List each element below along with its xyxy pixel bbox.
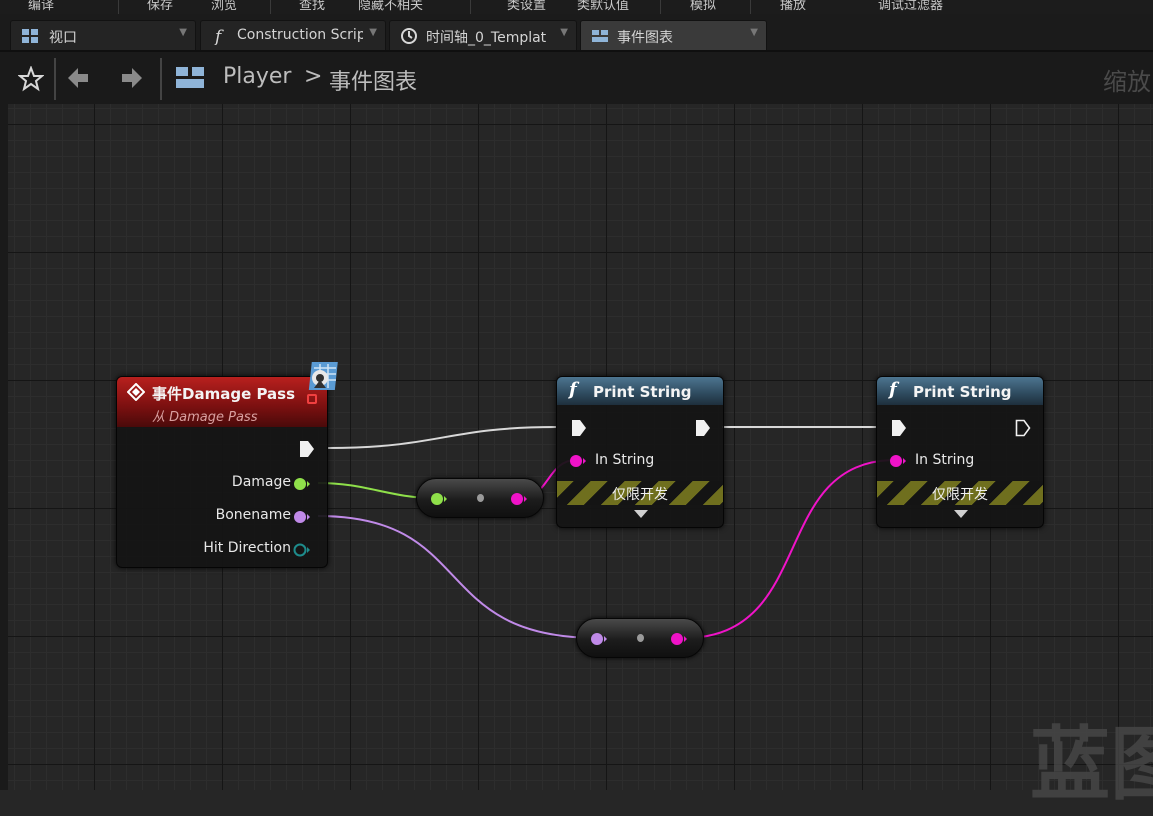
expand-arrow-icon[interactable] xyxy=(954,510,968,518)
in-string-pin[interactable] xyxy=(889,453,907,469)
back-arrow-icon[interactable] xyxy=(66,65,92,91)
expand-arrow-icon[interactable] xyxy=(634,510,648,518)
clock-icon xyxy=(401,28,417,44)
pin-label-hit-direction: Hit Direction xyxy=(203,540,291,556)
development-only-label: 仅限开发 xyxy=(932,487,988,503)
tab-event-graph[interactable]: 事件图表 ▼ xyxy=(580,20,767,50)
menu-simulate[interactable]: 模拟 xyxy=(690,0,716,13)
menu-save[interactable]: 保存 xyxy=(147,0,173,13)
menubar: 编译 保存 浏览 查找 隐藏不相关 类设置 类默认值 模拟 播放 调试过滤器 xyxy=(0,0,1153,14)
pin-label-damage: Damage xyxy=(231,474,291,490)
exec-out-pin[interactable] xyxy=(299,440,315,458)
menu-divider xyxy=(470,0,471,14)
string-output-pin[interactable] xyxy=(670,631,688,647)
zoom-label: 缩放 xyxy=(1103,68,1151,96)
replication-icon xyxy=(308,362,338,390)
exec-wire xyxy=(327,426,557,449)
exec-out-pin[interactable] xyxy=(695,419,711,437)
forward-arrow-icon[interactable] xyxy=(118,65,144,91)
menu-hide-unrelated[interactable]: 隐藏不相关 xyxy=(358,0,423,13)
breadcrumb-separator: > xyxy=(304,64,323,89)
exec-in-pin[interactable] xyxy=(891,419,907,437)
menu-find[interactable]: 查找 xyxy=(299,0,325,13)
menu-compile[interactable]: 编译 xyxy=(28,0,54,13)
menu-debug-filter[interactable]: 调试过滤器 xyxy=(878,0,943,13)
node-title: Print String xyxy=(593,383,692,401)
breadcrumb-current: 事件图表 xyxy=(329,70,418,95)
in-string-pin[interactable] xyxy=(569,453,587,469)
chevron-down-icon[interactable]: ▼ xyxy=(560,27,568,38)
delegate-pin[interactable] xyxy=(307,394,317,404)
tab-label: 视口 xyxy=(49,30,77,46)
graph-toolbar: Player > 事件图表 缩放 xyxy=(8,52,1153,104)
blueprint-watermark: 蓝图 xyxy=(1030,718,1153,811)
damage-pin[interactable] xyxy=(293,476,311,492)
menu-play[interactable]: 播放 xyxy=(780,0,806,13)
star-icon[interactable] xyxy=(18,66,44,92)
chevron-down-icon[interactable]: ▼ xyxy=(369,27,377,38)
pin-label-in-string: In String xyxy=(915,452,975,468)
function-icon: f xyxy=(213,27,224,45)
name-input-pin[interactable] xyxy=(590,631,608,647)
menu-divider xyxy=(270,0,271,14)
menu-class-settings[interactable]: 类设置 xyxy=(507,0,546,13)
chevron-down-icon[interactable]: ▼ xyxy=(179,27,187,38)
print-string-node-2[interactable]: f Print String In String 仅限开发 xyxy=(876,376,1044,528)
string-output-pin[interactable] xyxy=(510,491,528,507)
breadcrumb-player[interactable]: Player xyxy=(223,64,291,89)
menu-divider xyxy=(660,0,661,14)
tab-construction-script[interactable]: f Construction Scrip ▼ xyxy=(200,20,386,50)
event-node-damage-pass[interactable]: 事件Damage Pass 从 Damage Pass Damage Bonen… xyxy=(116,376,328,568)
svg-text:f: f xyxy=(213,27,224,45)
print-string-node-1[interactable]: f Print String In String 仅限开发 xyxy=(556,376,724,528)
exec-out-pin-unconnected[interactable] xyxy=(1015,419,1031,437)
toolbar-divider xyxy=(160,58,162,100)
chevron-down-icon[interactable]: ▼ xyxy=(750,27,758,38)
conversion-dot xyxy=(637,634,644,642)
node-subtitle: 从 Damage Pass xyxy=(152,410,258,425)
toolbar-divider xyxy=(54,58,56,100)
function-icon: f xyxy=(889,379,897,400)
bonename-wire xyxy=(317,515,599,639)
menu-divider xyxy=(118,0,119,14)
menu-class-defaults[interactable]: 类默认值 xyxy=(577,0,629,13)
bonename-pin[interactable] xyxy=(293,509,311,525)
event-diamond-icon xyxy=(127,383,145,401)
conversion-node-name-to-string[interactable] xyxy=(576,618,704,658)
tab-viewport[interactable]: 视口 ▼ xyxy=(10,20,196,50)
node-title: 事件Damage Pass xyxy=(152,385,296,403)
node-title: Print String xyxy=(913,383,1012,401)
pin-label-bonename: Bonename xyxy=(215,507,291,523)
hit-direction-pin[interactable] xyxy=(293,542,311,558)
tab-timeline[interactable]: 时间轴_0_Templat ▼ xyxy=(389,20,577,50)
tab-label: 时间轴_0_Templat xyxy=(426,30,547,46)
pin-label-in-string: In String xyxy=(595,452,655,468)
development-only-banner: 仅限开发 xyxy=(877,481,1043,505)
event-graph-canvas[interactable]: 事件Damage Pass 从 Damage Pass Damage Bonen… xyxy=(8,104,1153,790)
development-only-banner: 仅限开发 xyxy=(557,481,723,505)
menu-divider xyxy=(750,0,751,14)
conversion-node-float-to-string[interactable] xyxy=(416,478,544,518)
conversion-dot xyxy=(477,494,484,502)
tab-label: Construction Scrip xyxy=(237,27,363,43)
tab-label: 事件图表 xyxy=(617,30,673,46)
exec-in-pin[interactable] xyxy=(571,419,587,437)
menu-browse[interactable]: 浏览 xyxy=(211,0,237,13)
event-graph-icon xyxy=(176,67,204,88)
function-icon: f xyxy=(569,379,577,400)
left-panel-edge xyxy=(0,52,8,790)
viewport-icon xyxy=(22,29,38,43)
development-only-label: 仅限开发 xyxy=(612,487,668,503)
tab-bar: 视口 ▼ f Construction Scrip ▼ 时间轴_0_Templa… xyxy=(0,14,1153,52)
event-graph-icon xyxy=(592,30,608,42)
float-input-pin[interactable] xyxy=(430,491,448,507)
